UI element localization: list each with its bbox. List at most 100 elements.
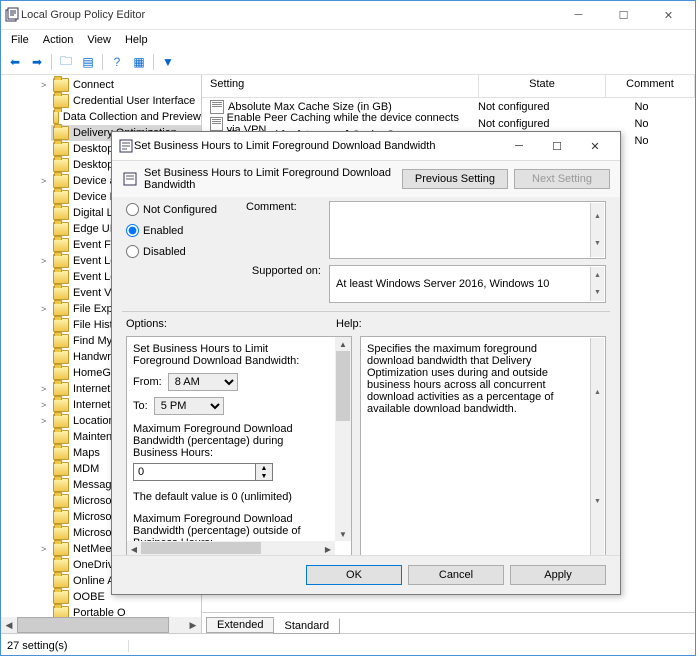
to-select[interactable]: 5 PM xyxy=(154,397,224,415)
folder-icon xyxy=(53,270,69,284)
statusbar: 27 setting(s) xyxy=(1,633,695,658)
dialog-icon xyxy=(118,138,134,154)
help-label: Help: xyxy=(336,318,362,330)
folder-icon xyxy=(53,286,69,300)
toolbar: ⬅ ➡ 🗀 ▤ ? ▦ ▼ xyxy=(1,50,695,75)
dialog-maximize-button[interactable]: ☐ xyxy=(538,135,576,157)
col-setting[interactable]: Setting xyxy=(202,75,479,97)
dialog-titlebar: Set Business Hours to Limit Foreground D… xyxy=(112,132,620,161)
setting-icon xyxy=(210,117,223,131)
folder-icon xyxy=(53,478,69,492)
folder-icon xyxy=(53,574,69,588)
list-icon[interactable]: ▤ xyxy=(78,52,98,72)
policy-dialog: Set Business Hours to Limit Foreground D… xyxy=(111,131,621,595)
titlebar: Local Group Policy Editor ─ ☐ ✕ xyxy=(1,1,695,30)
maximize-button[interactable]: ☐ xyxy=(601,3,646,27)
supported-box: At least Windows Server 2016, Windows 10… xyxy=(329,265,606,303)
gpedit-icon xyxy=(5,7,21,23)
folder-icon xyxy=(53,110,59,124)
help-icon[interactable]: ? xyxy=(107,52,127,72)
dialog-close-button[interactable]: ✕ xyxy=(576,135,614,157)
minimize-button[interactable]: ─ xyxy=(556,3,601,27)
opt-title: Set Business Hours to Limit Foreground D… xyxy=(133,343,325,367)
col-state[interactable]: State xyxy=(479,75,606,97)
menu-file[interactable]: File xyxy=(5,32,35,48)
folder-icon xyxy=(53,78,69,92)
dialog-heading: Set Business Hours to Limit Foreground D… xyxy=(144,167,396,191)
back-icon[interactable]: ⬅ xyxy=(5,52,25,72)
tree-item[interactable]: Connect xyxy=(51,77,201,93)
folder-icon xyxy=(53,94,69,108)
folder-icon xyxy=(53,158,69,172)
folder-icon xyxy=(53,398,69,412)
tree-hscroll[interactable]: ◀▶ xyxy=(1,617,201,633)
col-comment[interactable]: Comment xyxy=(606,75,695,97)
main-window: Local Group Policy Editor ─ ☐ ✕ File Act… xyxy=(0,0,696,656)
folder-icon xyxy=(53,222,69,236)
help-text: Specifies the maximum foreground downloa… xyxy=(367,343,599,415)
folder-icon xyxy=(53,238,69,252)
folder-icon xyxy=(53,462,69,476)
list-header: Setting State Comment xyxy=(202,75,695,98)
folder-icon xyxy=(53,254,69,268)
previous-setting-button[interactable]: Previous Setting xyxy=(402,169,508,189)
folder-icon xyxy=(53,142,69,156)
max-bh-input[interactable]: 0▲▼ xyxy=(133,463,273,481)
properties-icon[interactable]: ▦ xyxy=(129,52,149,72)
directory-icon[interactable]: 🗀 xyxy=(56,52,76,72)
window-title: Local Group Policy Editor xyxy=(21,9,556,21)
folder-icon xyxy=(53,526,69,540)
next-setting-button[interactable]: Next Setting xyxy=(514,169,610,189)
menu-help[interactable]: Help xyxy=(119,32,154,48)
folder-icon xyxy=(53,206,69,220)
folder-icon xyxy=(53,430,69,444)
comment-label: Comment: xyxy=(246,201,321,259)
folder-icon xyxy=(53,174,69,188)
dialog-title: Set Business Hours to Limit Foreground D… xyxy=(134,140,500,152)
folder-icon xyxy=(53,318,69,332)
folder-icon xyxy=(53,446,69,460)
from-select[interactable]: 8 AM xyxy=(168,373,238,391)
ok-button[interactable]: OK xyxy=(306,565,402,585)
close-button[interactable]: ✕ xyxy=(646,3,691,27)
supported-label: Supported on: xyxy=(246,265,321,303)
folder-icon xyxy=(53,302,69,316)
menu-action[interactable]: Action xyxy=(37,32,80,48)
folder-icon xyxy=(53,414,69,428)
radio-not-configured[interactable]: Not Configured xyxy=(126,203,236,216)
forward-icon[interactable]: ➡ xyxy=(27,52,47,72)
radio-disabled[interactable]: Disabled xyxy=(126,245,236,258)
max-bh-label: Maximum Foreground Download Bandwidth (p… xyxy=(133,423,325,459)
folder-icon xyxy=(53,590,69,604)
radio-enabled[interactable]: Enabled xyxy=(126,224,236,237)
folder-icon xyxy=(53,350,69,364)
dialog-minimize-button[interactable]: ─ xyxy=(500,135,538,157)
help-panel: Specifies the maximum foreground downloa… xyxy=(360,336,606,558)
folder-icon xyxy=(53,334,69,348)
tab-extended[interactable]: Extended xyxy=(206,617,274,633)
folder-icon xyxy=(53,126,69,140)
menubar: File Action View Help xyxy=(1,30,695,50)
setting-icon xyxy=(210,100,224,114)
tab-standard[interactable]: Standard xyxy=(273,618,340,634)
tree-item[interactable]: Credential User Interface xyxy=(51,93,201,109)
options-vscroll[interactable]: ▲▼ xyxy=(335,337,351,541)
folder-icon xyxy=(53,558,69,572)
status-count: 27 setting(s) xyxy=(7,640,129,652)
folder-icon xyxy=(53,382,69,396)
policy-icon xyxy=(122,171,138,187)
folder-icon xyxy=(53,494,69,508)
folder-icon xyxy=(53,190,69,204)
bottom-tabs: Extended Standard xyxy=(202,612,695,633)
comment-input[interactable]: ▲▼ xyxy=(329,201,606,259)
apply-button[interactable]: Apply xyxy=(510,565,606,585)
menu-view[interactable]: View xyxy=(81,32,117,48)
options-label: Options: xyxy=(126,318,336,330)
cancel-button[interactable]: Cancel xyxy=(408,565,504,585)
options-panel: Set Business Hours to Limit Foreground D… xyxy=(126,336,352,558)
to-label: To: xyxy=(133,400,148,412)
folder-icon xyxy=(53,510,69,524)
filter-icon[interactable]: ▼ xyxy=(158,52,178,72)
folder-icon xyxy=(53,366,69,380)
tree-item[interactable]: Data Collection and Preview xyxy=(51,109,201,125)
